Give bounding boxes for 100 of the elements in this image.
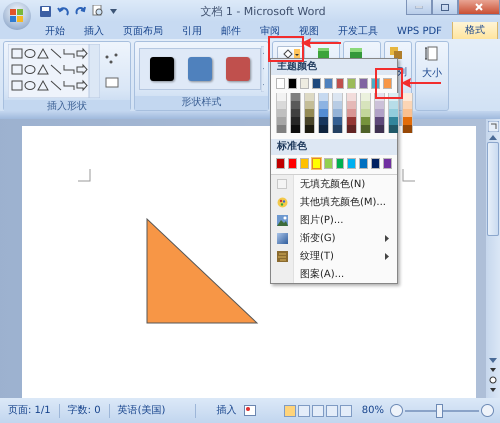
color-swatch[interactable] (332, 125, 343, 133)
color-swatch[interactable] (347, 158, 356, 169)
minimize-button[interactable] (406, 0, 432, 15)
menu-item[interactable]: 图片(P)... (271, 211, 397, 229)
color-swatch[interactable] (276, 117, 287, 125)
color-swatch[interactable] (402, 101, 413, 109)
color-swatch[interactable] (312, 78, 321, 89)
size-icon[interactable] (425, 46, 439, 62)
color-swatch[interactable] (324, 158, 333, 169)
color-swatch[interactable] (371, 158, 380, 169)
redo-icon[interactable] (75, 6, 86, 16)
color-swatch[interactable] (383, 78, 392, 89)
color-swatch[interactable] (374, 117, 385, 125)
color-swatch[interactable] (388, 101, 399, 109)
view-button[interactable] (326, 404, 338, 416)
color-swatch[interactable] (276, 109, 287, 117)
color-swatch[interactable] (359, 78, 368, 89)
scroll-down-arrow-icon[interactable] (489, 358, 497, 364)
color-swatch[interactable] (332, 101, 343, 109)
color-swatch[interactable] (290, 101, 301, 109)
ribbon-tab[interactable]: 引用 (173, 24, 211, 39)
browse-object-icon[interactable] (488, 366, 498, 394)
color-swatch[interactable] (312, 158, 321, 169)
color-swatch[interactable] (332, 109, 343, 117)
color-swatch[interactable] (336, 78, 344, 89)
color-swatch[interactable] (304, 109, 315, 117)
menu-item[interactable]: 渐变(G) (271, 229, 397, 247)
color-swatch[interactable] (304, 101, 315, 109)
color-swatch[interactable] (374, 101, 385, 109)
color-swatch[interactable] (374, 109, 385, 117)
ruler-toggle-icon[interactable] (488, 121, 498, 132)
color-swatch[interactable] (346, 93, 357, 101)
color-swatch[interactable] (324, 78, 333, 89)
color-swatch[interactable] (346, 125, 357, 133)
ribbon-tab[interactable]: 格式 (452, 21, 498, 39)
undo-icon[interactable] (57, 6, 69, 16)
color-swatch[interactable] (360, 93, 371, 101)
color-swatch[interactable] (290, 125, 301, 133)
color-swatch[interactable] (346, 109, 357, 117)
close-button[interactable] (458, 0, 500, 15)
ribbon-tab[interactable]: 开始 (36, 24, 74, 39)
color-swatch[interactable] (276, 78, 285, 89)
menu-item[interactable]: 无填充颜色(N) (271, 175, 397, 193)
zoom-level[interactable]: 80% (362, 405, 384, 416)
color-swatch[interactable] (276, 125, 287, 133)
print-preview-icon[interactable] (92, 5, 104, 17)
color-swatch[interactable] (402, 117, 413, 125)
menu-item[interactable]: 图案(A)... (271, 265, 397, 283)
color-swatch[interactable] (276, 93, 287, 101)
color-swatch[interactable] (360, 109, 371, 117)
zoom-in-button[interactable] (481, 404, 494, 417)
color-swatch[interactable] (288, 78, 297, 89)
view-button[interactable] (284, 404, 296, 416)
color-swatch[interactable] (346, 101, 357, 109)
color-swatch[interactable] (276, 101, 287, 109)
maximize-button[interactable] (432, 0, 458, 15)
color-swatch[interactable] (300, 158, 309, 169)
dropdown-caret-icon[interactable] (110, 8, 117, 14)
menu-item[interactable]: 其他填充颜色(M)... (271, 193, 397, 211)
color-swatch[interactable] (290, 93, 301, 101)
color-swatch[interactable] (402, 93, 413, 101)
color-swatch[interactable] (318, 109, 329, 117)
color-swatch[interactable] (402, 109, 413, 117)
ribbon-tab[interactable]: 开发工具 (329, 24, 387, 39)
shape-style-swatch[interactable] (150, 57, 174, 81)
color-swatch[interactable] (346, 117, 357, 125)
color-swatch[interactable] (290, 117, 301, 125)
color-swatch[interactable] (318, 93, 329, 101)
cube-icon[interactable] (317, 46, 331, 58)
ribbon-tab[interactable]: 邮件 (212, 24, 250, 39)
color-swatch[interactable] (318, 117, 329, 125)
color-swatch[interactable] (388, 125, 399, 133)
color-swatch[interactable] (288, 158, 297, 169)
color-swatch[interactable] (276, 158, 285, 169)
color-swatch[interactable] (304, 125, 315, 133)
ribbon-tab[interactable]: 视图 (290, 24, 328, 39)
color-swatch[interactable] (300, 78, 309, 89)
scrollbar-thumb[interactable] (487, 142, 499, 236)
color-swatch[interactable] (359, 158, 368, 169)
color-swatch[interactable] (347, 78, 356, 89)
save-icon[interactable] (40, 6, 51, 16)
color-swatch[interactable] (360, 125, 371, 133)
ribbon-tab[interactable]: WPS PDF (388, 24, 451, 39)
shape-style-swatch[interactable] (188, 57, 212, 81)
color-swatch[interactable] (388, 109, 399, 117)
arrange-icon[interactable] (389, 46, 403, 60)
color-swatch[interactable] (374, 125, 385, 133)
view-button[interactable] (298, 404, 310, 416)
color-swatch[interactable] (336, 158, 344, 169)
triangle-shape[interactable] (146, 218, 258, 324)
color-swatch[interactable] (360, 117, 371, 125)
color-swatch[interactable] (332, 117, 343, 125)
color-swatch[interactable] (318, 101, 329, 109)
shape-gallery-drawing[interactable] (8, 44, 100, 98)
color-swatch[interactable] (388, 117, 399, 125)
zoom-out-button[interactable] (390, 404, 403, 417)
zoom-slider-thumb[interactable] (436, 404, 443, 418)
color-swatch[interactable] (332, 93, 343, 101)
color-swatch[interactable] (402, 125, 413, 133)
color-swatch[interactable] (304, 117, 315, 125)
